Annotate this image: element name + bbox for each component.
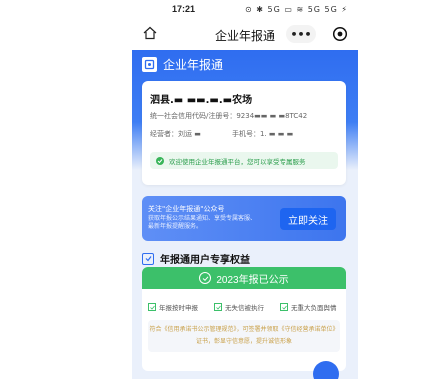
- mini-program-capsule: •••: [286, 24, 348, 44]
- follow-banner: 关注"企业年报通"公众号 获取年报公示结果通知、享受专属客服、最新年报提醒服务。…: [142, 196, 346, 241]
- credit-code: 统一社会信用代码/注册号：9234▬▬ ▬ ▬8TC42: [150, 112, 308, 120]
- logo-icon: [142, 57, 157, 72]
- feature-check-icon: [280, 303, 288, 311]
- feature-label: 年报按时申报: [159, 304, 198, 312]
- rights-title: 年报通用户专享权益: [160, 255, 250, 266]
- feature-check-icon: [148, 303, 156, 311]
- welcome-text: 欢迎使用企业年报通平台，您可以享受专属服务: [169, 157, 306, 166]
- check-circle-icon: [199, 272, 212, 284]
- feature-item: 无失信被执行: [214, 302, 264, 312]
- operator-name: 经营者：刘运 ▬: [150, 130, 201, 138]
- operator-phone: 手机号：1. ▬ ▬ ▬: [232, 130, 294, 138]
- status-time: 17:21: [172, 4, 196, 14]
- more-icon[interactable]: •••: [286, 25, 316, 43]
- follow-now-button[interactable]: 立即关注: [280, 208, 336, 230]
- annual-status-bar[interactable]: 2023年报已公示: [142, 267, 346, 289]
- annual-description: 符合《信用承诺书公示管理规范》，可签署并领取《守信经营承诺单位》证书，彰显守信意…: [148, 320, 340, 352]
- company-card: 泗县.▬ ▬▬.▬.▬农场 统一社会信用代码/注册号：9234▬▬ ▬ ▬8TC…: [142, 81, 346, 185]
- feature-item: 无重大负面舆情: [280, 302, 337, 312]
- nav-bar: 企业年报通 •••: [132, 18, 358, 50]
- status-bar: 17:21 ⊙ ✱ 5G ▭ ≋ 5G 5G ⚡: [132, 0, 358, 18]
- feature-label: 无失信被执行: [225, 304, 264, 312]
- follow-title: 关注"企业年报通"公众号: [148, 205, 225, 213]
- company-name: 泗县.▬ ▬▬.▬.▬农场: [150, 95, 253, 106]
- feature-item: 年报按时申报: [148, 302, 198, 312]
- annual-status-text: 2023年报已公示: [216, 274, 289, 286]
- brand-name: 企业年报通: [163, 58, 224, 72]
- annual-report-panel: 2023年报已公示 年报按时申报 无失信被执行 无重大负面舆情 符合《信用承诺书…: [142, 267, 346, 371]
- feature-label: 无重大负面舆情: [291, 304, 337, 312]
- checkbox-icon: [142, 252, 154, 265]
- follow-subtitle: 获取年报公示结果通知、享受专属客服、最新年报提醒服务。: [148, 215, 257, 230]
- feature-check-icon: [214, 303, 222, 311]
- rights-heading: 年报通用户专享权益: [142, 251, 250, 266]
- brand: 企业年报通: [142, 56, 223, 73]
- welcome-notice: 欢迎使用企业年报通平台，您可以享受专属服务: [150, 152, 338, 169]
- check-icon: [156, 156, 164, 165]
- phone-screen: 17:21 ⊙ ✱ 5G ▭ ≋ 5G 5G ⚡ 企业年报通 ••• 企业年报通…: [132, 0, 358, 379]
- status-indicators: ⊙ ✱ 5G ▭ ≋ 5G 5G ⚡: [245, 4, 348, 14]
- close-icon[interactable]: [332, 26, 348, 42]
